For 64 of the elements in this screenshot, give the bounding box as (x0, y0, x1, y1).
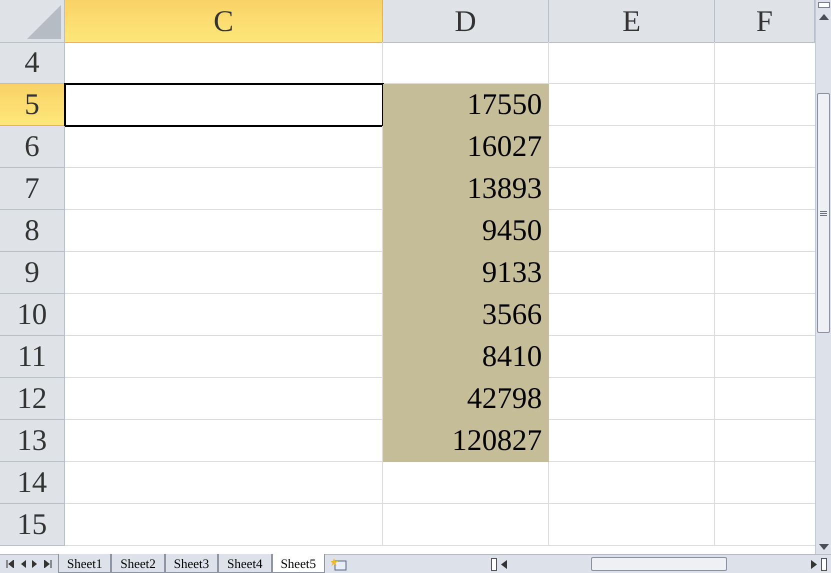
table-cell[interactable]: 8410 (383, 336, 549, 378)
table-cell[interactable] (65, 84, 383, 126)
table-cell[interactable] (549, 294, 715, 336)
vertical-scrollbar[interactable] (815, 0, 831, 554)
row-header[interactable]: 15 (0, 504, 65, 546)
split-handle[interactable] (821, 558, 827, 570)
table-cell[interactable] (65, 504, 383, 546)
sheet-tab[interactable]: Sheet4 (218, 554, 272, 573)
row-header[interactable]: 13 (0, 420, 65, 462)
table-cell[interactable] (549, 42, 715, 84)
table-cell[interactable] (549, 462, 715, 504)
last-sheet-icon[interactable] (44, 560, 52, 568)
table-cell[interactable]: 9133 (383, 252, 549, 294)
scroll-down-icon[interactable] (818, 544, 828, 550)
table-cell[interactable]: 120827 (383, 420, 549, 462)
row-header[interactable]: 6 (0, 126, 65, 168)
scroll-right-icon[interactable] (811, 560, 817, 568)
scroll-thumb[interactable] (591, 557, 727, 571)
insert-sheet-icon[interactable] (330, 558, 347, 570)
row-header[interactable]: 4 (0, 42, 65, 84)
table-cell[interactable]: 42798 (383, 378, 549, 420)
table-cell[interactable] (549, 420, 715, 462)
table-cell[interactable] (549, 84, 715, 126)
table-cell[interactable] (549, 252, 715, 294)
row-header[interactable]: 10 (0, 294, 65, 336)
table-cell[interactable] (549, 336, 715, 378)
next-sheet-icon[interactable] (32, 560, 38, 568)
table-cell[interactable] (65, 462, 383, 504)
scroll-up-icon[interactable] (818, 14, 828, 20)
row-header[interactable]: 12 (0, 378, 65, 420)
grip-icon (820, 210, 827, 216)
table-cell[interactable] (549, 504, 715, 546)
table-cell[interactable]: 17550 (383, 84, 549, 126)
previous-sheet-icon[interactable] (20, 560, 26, 568)
table-cell[interactable] (549, 168, 715, 210)
split-box-icon[interactable] (818, 2, 830, 8)
sheet-tab[interactable]: Sheet3 (164, 554, 218, 573)
table-cell[interactable] (549, 126, 715, 168)
select-all-button[interactable] (0, 0, 65, 43)
table-cell[interactable]: 13893 (383, 168, 549, 210)
table-cell[interactable] (549, 210, 715, 252)
row-header[interactable]: 5 (0, 84, 65, 126)
table-cell[interactable] (383, 462, 549, 504)
column-header[interactable]: C (65, 0, 383, 43)
column-header[interactable]: E (549, 0, 715, 43)
first-sheet-icon[interactable] (6, 560, 14, 568)
split-handle[interactable] (491, 558, 497, 570)
table-cell[interactable] (383, 504, 549, 546)
sheet-tab[interactable]: Sheet1 (58, 554, 112, 573)
scroll-left-icon[interactable] (501, 560, 507, 568)
sheet-tab[interactable]: Sheet5 (272, 554, 325, 573)
table-cell[interactable]: 3566 (383, 294, 549, 336)
column-header[interactable]: D (383, 0, 549, 43)
row-header[interactable]: 7 (0, 168, 65, 210)
table-cell[interactable]: 16027 (383, 126, 549, 168)
table-cell[interactable]: 9450 (383, 210, 549, 252)
row-header[interactable]: 9 (0, 252, 65, 294)
sheet-tab[interactable]: Sheet2 (111, 554, 165, 573)
table-cell[interactable] (549, 378, 715, 420)
row-header[interactable]: 11 (0, 336, 65, 378)
scroll-thumb[interactable] (817, 93, 830, 333)
column-header[interactable]: F (715, 0, 815, 43)
row-header[interactable]: 14 (0, 462, 65, 504)
row-header[interactable]: 8 (0, 210, 65, 252)
